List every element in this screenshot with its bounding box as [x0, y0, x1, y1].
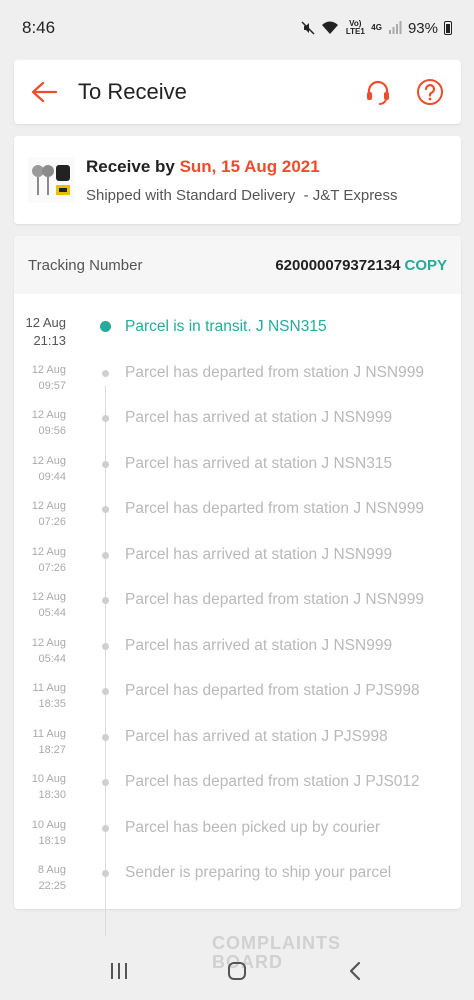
tracking-timeline: 12 Aug 21:13 Parcel is in transit. J NSN3…: [14, 294, 461, 936]
timeline-dot: [102, 870, 109, 877]
headset-icon[interactable]: [363, 77, 393, 107]
event-description: Parcel has arrived at station J NSN999: [125, 409, 393, 426]
timeline-event: 12 Aug 07:26 Parcel has arrived at statio…: [14, 544, 461, 590]
delivery-card: Receive by Sun, 15 Aug 2021 Shipped with…: [14, 136, 461, 224]
timeline-event: 12 Aug 09:44 Parcel has arrived at statio…: [14, 453, 461, 499]
timeline-event: 12 Aug 07:26 Parcel has departed from sta…: [14, 498, 461, 544]
page-title: To Receive: [78, 79, 187, 104]
receive-by-line: Receive by Sun, 15 Aug 2021: [86, 157, 398, 177]
event-datetime: 10 Aug 18:19: [31, 818, 66, 847]
event-description: Parcel has arrived at station J NSN999: [125, 636, 393, 654]
timeline-dot: [102, 506, 109, 513]
timeline-event: 8 Aug 22:25 Sender is preparing to ship y…: [14, 862, 461, 908]
event-datetime: 12 Aug 07:26: [31, 500, 66, 528]
event-description: Parcel has departed from station J NSN99…: [125, 591, 424, 608]
timeline-dot: [102, 733, 109, 741]
event-datetime: 12 Aug 09:56: [31, 409, 66, 437]
app-header: To Receive: [14, 60, 461, 124]
back-icon[interactable]: [335, 951, 375, 991]
timeline-event: 10 Aug 18:30 Parcel has departed from sta…: [14, 771, 461, 817]
help-icon[interactable]: [415, 77, 445, 107]
event-description: Parcel has departed from station J NSN99…: [125, 363, 424, 381]
product-thumbnail[interactable]: [28, 157, 74, 203]
network-indicator: 4G: [371, 23, 382, 32]
event-datetime: 8 Aug 22:25: [37, 864, 66, 892]
timeline-dot: [102, 369, 109, 377]
tracking-card: Tracking Number 620000079372134 COPY 12 …: [14, 236, 461, 936]
timeline-event: 12 Aug 05:44 Parcel has departed from sta…: [14, 589, 461, 635]
timeline-dot: [102, 551, 109, 559]
recents-icon[interactable]: [99, 951, 139, 991]
timeline-event: 11 Aug 18:35 Parcel has departed from sta…: [14, 680, 461, 726]
timeline-event: 12 Aug 21:13 Parcel is in transit. J NSN3…: [14, 315, 461, 362]
wifi-icon: [321, 21, 339, 35]
event-datetime: 12 Aug 05:44: [31, 591, 66, 619]
tracking-header: Tracking Number 620000079372134 COPY: [14, 236, 461, 294]
event-datetime: 11 Aug 18:35: [32, 682, 66, 710]
home-icon[interactable]: [217, 951, 257, 991]
event-datetime: 12 Aug 07:26: [31, 545, 66, 574]
timeline-event: 10 Aug 18:19 Parcel has been picked up by…: [14, 817, 461, 863]
signal-icon: [388, 21, 402, 35]
tracking-label: Tracking Number: [28, 256, 143, 274]
event-description: Parcel is in transit. J NSN315: [125, 318, 327, 335]
timeline-dot: [102, 824, 109, 832]
timeline-dot: [102, 779, 109, 786]
timeline-dot: [102, 460, 109, 468]
event-datetime: 10 Aug 18:30: [31, 773, 66, 801]
event-description: Parcel has arrived at station J NSN315: [125, 454, 393, 472]
receive-by-prefix: Receive by: [86, 156, 175, 176]
event-description: Parcel has been picked up by courier: [125, 818, 381, 836]
event-datetime: 12 Aug 09:44: [31, 454, 66, 483]
event-description: Parcel has departed from station J NSN99…: [125, 500, 424, 517]
timeline-dot: [102, 642, 109, 650]
event-description: Parcel has departed from station J PJS99…: [125, 682, 420, 699]
timeline-dot: [100, 321, 111, 332]
event-datetime: 12 Aug 21:13: [25, 315, 67, 348]
timeline-event: 12 Aug 05:44 Parcel has arrived at statio…: [14, 635, 461, 681]
battery-percent: 93%: [407, 19, 438, 37]
status-icons: Vo) LTE1 4G 93%: [301, 20, 452, 37]
mute-icon: [301, 21, 315, 35]
battery-icon: [444, 21, 452, 35]
timeline-dot: [102, 415, 109, 422]
event-description: Parcel has arrived at station J PJS998: [125, 727, 388, 745]
timeline-event: 11 Aug 18:27 Parcel has arrived at statio…: [14, 726, 461, 772]
copy-button[interactable]: COPY: [404, 257, 447, 274]
back-arrow-icon[interactable]: [30, 78, 58, 106]
timeline-event: 12 Aug 09:56 Parcel has arrived at statio…: [14, 407, 461, 453]
status-bar: 8:46 Vo) LTE1 4G 93%: [0, 0, 474, 56]
timeline-dot: [102, 597, 109, 604]
event-datetime: 12 Aug 09:57: [31, 363, 66, 392]
lte-indicator: Vo) LTE1: [345, 19, 365, 36]
timeline-dot: [102, 688, 109, 695]
event-description: Parcel has arrived at station J NSN999: [125, 545, 393, 563]
tracking-number: 620000079372134: [275, 256, 401, 274]
event-datetime: 11 Aug 18:27: [32, 727, 66, 756]
status-time: 8:46: [22, 18, 56, 37]
shipping-method: Shipped with Standard Delivery - J&T Exp…: [86, 186, 398, 204]
event-description: Parcel has departed from station J PJS01…: [125, 773, 420, 790]
event-description: Sender is preparing to ship your parcel: [125, 864, 392, 881]
receive-by-date: Sun, 15 Aug 2021: [179, 156, 320, 176]
event-datetime: 12 Aug 05:44: [31, 636, 66, 665]
timeline-event: 12 Aug 09:57 Parcel has departed from sta…: [14, 362, 461, 408]
system-nav-bar: [0, 942, 474, 1000]
